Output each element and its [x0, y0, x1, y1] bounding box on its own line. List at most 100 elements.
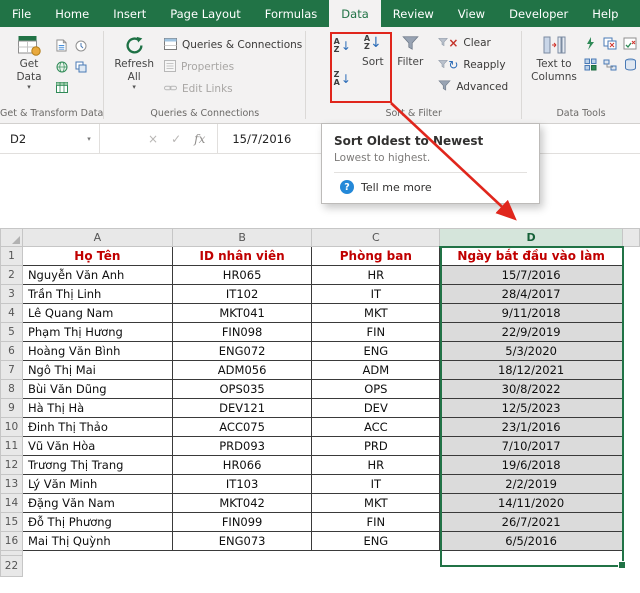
- cell-id[interactable]: ENG073: [172, 532, 312, 551]
- edit-links-button[interactable]: Edit Links: [164, 78, 302, 100]
- name-box[interactable]: D2 ▾: [0, 124, 100, 153]
- row-header[interactable]: 15: [1, 513, 23, 532]
- cell-date[interactable]: 12/5/2023: [440, 399, 623, 418]
- cell-dept[interactable]: ENG: [312, 342, 440, 361]
- empty-cell[interactable]: [312, 556, 440, 577]
- cell-dept[interactable]: MKT: [312, 304, 440, 323]
- cell-id[interactable]: FIN099: [172, 513, 312, 532]
- cell-name[interactable]: Hoàng Văn Bình: [22, 342, 172, 361]
- cell-dept[interactable]: HR: [312, 266, 440, 285]
- cell-dept[interactable]: ADM: [312, 361, 440, 380]
- row-header[interactable]: 4: [1, 304, 23, 323]
- manage-data-model-icon[interactable]: [620, 54, 640, 75]
- reapply-filter-button[interactable]: ↻ Reapply: [438, 54, 508, 76]
- advanced-filter-button[interactable]: Advanced: [438, 76, 508, 98]
- cell-id[interactable]: MKT042: [172, 494, 312, 513]
- row-header[interactable]: 1: [1, 247, 23, 266]
- column-header-c[interactable]: C: [312, 229, 440, 247]
- properties-button[interactable]: Properties: [164, 56, 302, 78]
- cell-name[interactable]: Trương Thị Trang: [22, 456, 172, 475]
- row-header[interactable]: 3: [1, 285, 23, 304]
- header-cell[interactable]: Ngày bắt đầu vào làm: [440, 247, 623, 266]
- cell-dept[interactable]: ENG: [312, 532, 440, 551]
- header-cell[interactable]: Họ Tên: [22, 247, 172, 266]
- tab-insert[interactable]: Insert: [101, 0, 158, 27]
- existing-connections-icon[interactable]: [71, 56, 90, 77]
- cell-name[interactable]: Lý Văn Minh: [22, 475, 172, 494]
- cell-dept[interactable]: HR: [312, 456, 440, 475]
- tab-view[interactable]: View: [446, 0, 497, 27]
- remove-duplicates-icon[interactable]: [600, 33, 620, 54]
- row-header[interactable]: 22: [1, 556, 23, 577]
- cell-name[interactable]: Nguyễn Văn Anh: [22, 266, 172, 285]
- tab-review[interactable]: Review: [381, 0, 446, 27]
- cell-dept[interactable]: IT: [312, 475, 440, 494]
- cell-name[interactable]: Đinh Thị Thảo: [22, 418, 172, 437]
- tab-home[interactable]: Home: [43, 0, 101, 27]
- cell-date[interactable]: 26/7/2021: [440, 513, 623, 532]
- cell-date[interactable]: 30/8/2022: [440, 380, 623, 399]
- cell-id[interactable]: HR065: [172, 266, 312, 285]
- cell-name[interactable]: Hà Thị Hà: [22, 399, 172, 418]
- cell-id[interactable]: ACC075: [172, 418, 312, 437]
- cell-dept[interactable]: FIN: [312, 513, 440, 532]
- row-header[interactable]: 14: [1, 494, 23, 513]
- insert-function-icon[interactable]: fx: [194, 132, 205, 146]
- cell-date[interactable]: 14/11/2020: [440, 494, 623, 513]
- cell-date[interactable]: 23/1/2016: [440, 418, 623, 437]
- row-header[interactable]: 9: [1, 399, 23, 418]
- empty-cell[interactable]: [623, 556, 640, 577]
- sort-button[interactable]: AZ ↓ Sort: [355, 27, 390, 69]
- row-header[interactable]: 13: [1, 475, 23, 494]
- flash-fill-icon[interactable]: [580, 33, 600, 54]
- tab-file[interactable]: File: [0, 0, 43, 27]
- cell-date[interactable]: 5/3/2020: [440, 342, 623, 361]
- cell-id[interactable]: ENG072: [172, 342, 312, 361]
- cell-date[interactable]: 2/2/2019: [440, 475, 623, 494]
- from-web-icon[interactable]: [52, 56, 71, 77]
- row-header[interactable]: 16: [1, 532, 23, 551]
- row-header[interactable]: 8: [1, 380, 23, 399]
- cell-id[interactable]: IT103: [172, 475, 312, 494]
- cell-name[interactable]: Phạm Thị Hương: [22, 323, 172, 342]
- cell-dept[interactable]: DEV: [312, 399, 440, 418]
- row-header[interactable]: 12: [1, 456, 23, 475]
- header-cell[interactable]: Phòng ban: [312, 247, 440, 266]
- cell-date[interactable]: 6/5/2016: [440, 532, 623, 551]
- cell-dept[interactable]: PRD: [312, 437, 440, 456]
- tell-me-more-link[interactable]: ? Tell me more: [334, 180, 527, 194]
- tab-help[interactable]: Help: [580, 0, 630, 27]
- tab-page-layout[interactable]: Page Layout: [158, 0, 253, 27]
- sort-descending-button[interactable]: ZA ↓: [329, 66, 355, 92]
- header-cell[interactable]: ID nhân viên: [172, 247, 312, 266]
- cancel-icon[interactable]: ×: [148, 132, 158, 146]
- cell-date[interactable]: 28/4/2017: [440, 285, 623, 304]
- column-header-d[interactable]: D: [440, 229, 623, 247]
- get-data-button[interactable]: Get Data ▾: [6, 29, 52, 91]
- cell-id[interactable]: HR066: [172, 456, 312, 475]
- consolidate-icon[interactable]: [580, 54, 600, 75]
- relationships-icon[interactable]: [600, 54, 620, 75]
- column-header-b[interactable]: B: [172, 229, 312, 247]
- cell-date[interactable]: 15/7/2016: [440, 266, 623, 285]
- cell-date[interactable]: 19/6/2018: [440, 456, 623, 475]
- cell-id[interactable]: MKT041: [172, 304, 312, 323]
- cell-id[interactable]: IT102: [172, 285, 312, 304]
- cell-name[interactable]: Vũ Văn Hòa: [22, 437, 172, 456]
- empty-cell[interactable]: [22, 556, 172, 577]
- select-all-button[interactable]: [1, 229, 23, 247]
- cell-id[interactable]: DEV121: [172, 399, 312, 418]
- empty-cell[interactable]: [440, 556, 623, 577]
- empty-cell[interactable]: [172, 556, 312, 577]
- text-to-columns-button[interactable]: Text to Columns: [528, 29, 580, 84]
- clear-filter-button[interactable]: × Clear: [438, 32, 508, 54]
- row-header[interactable]: 2: [1, 266, 23, 285]
- cell-id[interactable]: PRD093: [172, 437, 312, 456]
- cell-dept[interactable]: IT: [312, 285, 440, 304]
- cell-dept[interactable]: FIN: [312, 323, 440, 342]
- from-text-csv-icon[interactable]: [52, 35, 71, 56]
- cell-date[interactable]: 7/10/2017: [440, 437, 623, 456]
- from-table-range-icon[interactable]: [52, 77, 71, 98]
- cell-dept[interactable]: MKT: [312, 494, 440, 513]
- cell-date[interactable]: 22/9/2019: [440, 323, 623, 342]
